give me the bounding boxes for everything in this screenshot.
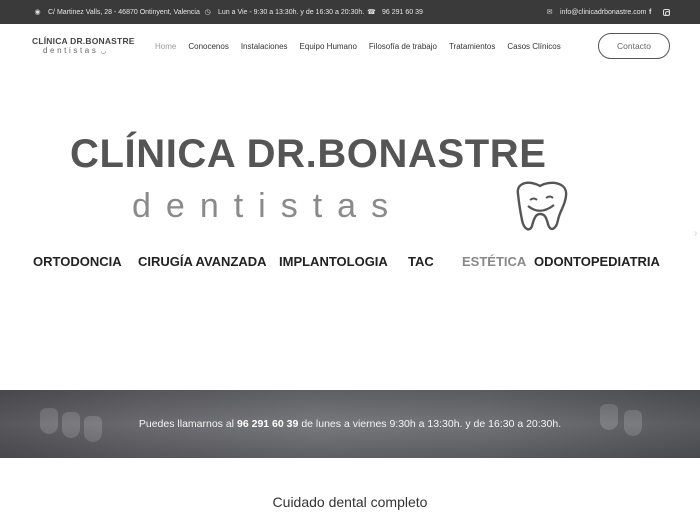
facebook-icon[interactable]: f <box>649 0 651 24</box>
email-text[interactable]: info@clinicadrbonastre.com <box>560 9 646 16</box>
nav-item-equipo-humano[interactable]: Equipo Humano <box>300 42 357 51</box>
address-text: C/ Martinez Valls, 28 - 46870 Ontinyent,… <box>48 8 200 16</box>
banner-suffix: de lunes a viernes 9:30h a 13:30h. y de … <box>301 418 562 430</box>
banner-prefix: Puedes llamarnos al <box>138 418 235 430</box>
contact-button[interactable]: Contacto <box>598 33 670 59</box>
service-tac[interactable]: TAC <box>408 254 434 269</box>
hero-subtitle: dentistas <box>132 187 404 225</box>
phone-item[interactable]: ☎ 96 291 60 39 <box>367 0 423 24</box>
clock-icon: ◷ <box>204 9 211 16</box>
nav-item-tratamientos[interactable]: Tratamientos <box>449 42 495 51</box>
main-menu: Home Conocenos Instalaciones Equipo Huma… <box>155 24 573 68</box>
banner-phone[interactable]: 96 291 60 39 <box>237 418 298 430</box>
nav-item-casos-clinicos[interactable]: Casos Clínicos <box>507 42 560 51</box>
phone-icon: ☎ <box>367 9 376 16</box>
hours-item: ◷ Lun a Vie - 9:30 a 13:30h. y de 16:30 … <box>203 0 364 24</box>
envelope-icon: ✉ <box>546 9 553 16</box>
section-title: Cuidado dental completo <box>272 494 428 510</box>
hero-title: CLÍNICA DR.BONASTRE <box>70 132 547 176</box>
nav-item-instalaciones[interactable]: Instalaciones <box>241 42 288 51</box>
nav-item-home[interactable]: Home <box>155 42 176 51</box>
email-item[interactable]: ✉ info@clinicadrbonastre.com <box>545 0 647 24</box>
address-item: ◉ C/ Martinez Valls, 28 - 46870 Ontinyen… <box>33 0 200 24</box>
smiling-tooth-icon <box>516 181 568 231</box>
nav-item-filosofia[interactable]: Filosofía de trabajo <box>369 42 437 51</box>
site-logo[interactable]: CLÍNICA DR.BONASTRE dentistas ◡ <box>32 36 142 55</box>
location-pin-icon: ◉ <box>34 9 41 16</box>
call-banner: Puedes llamarnos al 96 291 60 39 de lune… <box>0 390 700 458</box>
banner-text: Puedes llamarnos al 96 291 60 39 de lune… <box>0 390 700 458</box>
phone-text[interactable]: 96 291 60 39 <box>382 9 423 16</box>
hero-section: CLÍNICA DR.BONASTRE dentistas ORTODONCIA… <box>0 68 700 390</box>
logo-line2: dentistas ◡ <box>43 46 107 55</box>
service-cirugia[interactable]: CIRUGÍA AVANZADA <box>138 254 267 269</box>
service-implantologia[interactable]: IMPLANTOLOGIA <box>279 254 388 269</box>
service-estetica[interactable]: ESTÉTICA <box>462 254 526 269</box>
services-list: ORTODONCIA CIRUGÍA AVANZADA IMPLANTOLOGI… <box>0 254 700 272</box>
nav-item-conocenos[interactable]: Conocenos <box>188 42 228 51</box>
logo-line1: CLÍNICA DR.BONASTRE <box>32 36 135 46</box>
service-ortodoncia[interactable]: ORTODONCIA <box>33 254 122 269</box>
instagram-icon[interactable] <box>663 0 670 24</box>
top-info-bar: ◉ C/ Martinez Valls, 28 - 46870 Ontinyen… <box>0 0 700 24</box>
hours-text: Lun a Vie - 9:30 a 13:30h. y de 16:30 a … <box>218 8 365 16</box>
slider-next-arrow-icon[interactable]: › <box>694 228 700 240</box>
main-navbar: CLÍNICA DR.BONASTRE dentistas ◡ Home Con… <box>0 24 700 68</box>
service-odontopediatria[interactable]: ODONTOPEDIATRIA <box>534 254 660 269</box>
tooth-logo-icon: ◡ <box>98 48 107 55</box>
